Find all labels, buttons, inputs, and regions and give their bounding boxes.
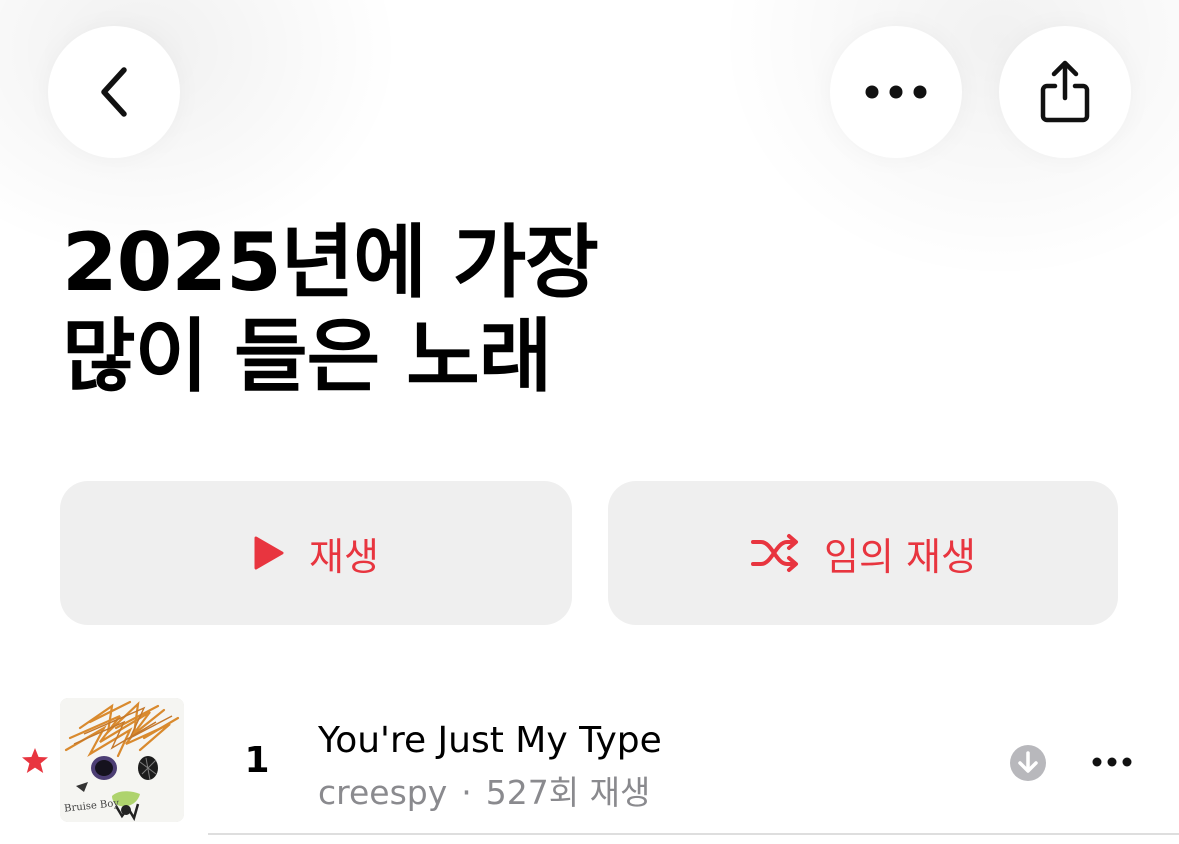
chevron-left-icon (101, 67, 127, 117)
page-title-line-2: 많이 들은 노래 (62, 310, 552, 403)
track-rank: 1 (244, 740, 270, 781)
play-icon (253, 535, 285, 571)
back-button[interactable] (48, 26, 180, 158)
track-artist: creespy (318, 773, 448, 812)
star-icon (22, 748, 48, 773)
more-options-button[interactable] (830, 26, 962, 158)
play-button-label: 재생 (309, 534, 379, 579)
row-divider (208, 833, 1179, 835)
separator-dot: · (461, 773, 472, 812)
download-icon[interactable] (1009, 744, 1047, 782)
shuffle-icon (750, 533, 800, 573)
shuffle-button-label: 임의 재생 (824, 534, 976, 579)
track-subtitle: creespy · 527회 재생 (318, 766, 650, 814)
play-button[interactable]: 재생 (60, 481, 572, 625)
album-artwork: Bruise Boy (60, 698, 184, 822)
page-title-line-1: 2025년에 가장 (62, 216, 599, 309)
share-icon (1040, 60, 1090, 123)
share-button[interactable] (999, 26, 1131, 158)
ellipsis-icon[interactable] (1092, 756, 1132, 768)
page-title: 2025년에 가장 많이 들은 노래 (62, 216, 962, 404)
ellipsis-icon (865, 85, 927, 99)
track-row[interactable]: Bruise Boy 1 You're Just My Type creespy… (0, 690, 1179, 844)
play-count: 527회 재생 (485, 773, 651, 812)
track-title: You're Just My Type (318, 720, 662, 761)
shuffle-button[interactable]: 임의 재생 (608, 481, 1118, 625)
playlist-page: 2025년에 가장 많이 들은 노래 재생 임의 재생 Bruise Boy 1… (0, 0, 1179, 844)
